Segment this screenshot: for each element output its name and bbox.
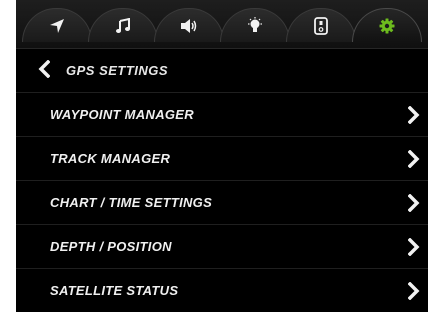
settings-menu: WAYPOINT MANAGER TRACK MANAGER CHART / T… — [16, 93, 428, 312]
menu-item-track-manager[interactable]: TRACK MANAGER — [16, 137, 428, 181]
menu-item-label: TRACK MANAGER — [50, 151, 171, 166]
menu-item-label: WAYPOINT MANAGER — [50, 107, 194, 122]
chevron-right-icon — [407, 105, 420, 125]
tab-remote[interactable] — [286, 8, 356, 42]
menu-item-depth-position[interactable]: DEPTH / POSITION — [16, 225, 428, 269]
tab-audio[interactable] — [154, 8, 224, 42]
light-bulb-icon — [247, 16, 263, 35]
tab-settings[interactable] — [352, 8, 422, 42]
top-tab-bar — [16, 0, 428, 49]
menu-item-label: DEPTH / POSITION — [50, 239, 172, 254]
tab-navigation[interactable] — [22, 8, 92, 42]
chevron-right-icon — [407, 237, 420, 257]
chevron-left-icon — [38, 59, 51, 83]
music-note-icon — [115, 17, 131, 34]
remote-device-icon — [314, 16, 328, 35]
page-header: GPS SETTINGS — [16, 50, 428, 93]
gps-settings-screen: GPS SETTINGS WAYPOINT MANAGER TRACK MANA… — [16, 0, 428, 312]
navigation-arrow-icon — [49, 18, 65, 34]
gear-icon — [379, 18, 395, 34]
chevron-right-icon — [407, 193, 420, 213]
menu-item-satellite-status[interactable]: SATELLITE STATUS — [16, 269, 428, 312]
page-title: GPS SETTINGS — [66, 63, 169, 78]
tab-music[interactable] — [88, 8, 158, 42]
menu-item-label: CHART / TIME SETTINGS — [50, 195, 213, 210]
menu-item-waypoint-manager[interactable]: WAYPOINT MANAGER — [16, 93, 428, 137]
chevron-right-icon — [407, 281, 420, 301]
back-button[interactable] — [34, 59, 54, 83]
menu-item-chart-time-settings[interactable]: CHART / TIME SETTINGS — [16, 181, 428, 225]
menu-item-label: SATELLITE STATUS — [50, 283, 179, 298]
speaker-volume-icon — [180, 18, 198, 34]
chevron-right-icon — [407, 149, 420, 169]
tab-lighting[interactable] — [220, 8, 290, 42]
